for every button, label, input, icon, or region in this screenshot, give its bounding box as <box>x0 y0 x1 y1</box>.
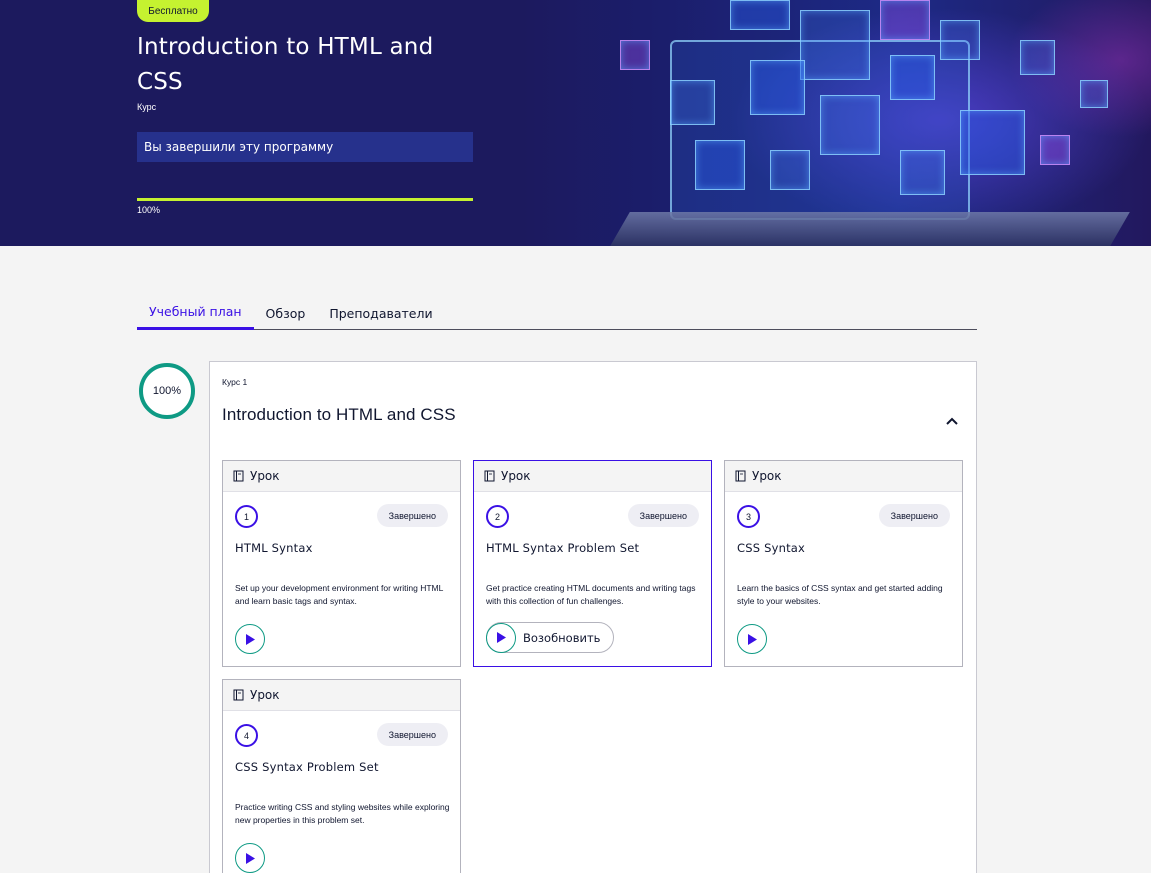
lesson-type: Урок <box>752 469 782 483</box>
lesson-number: 2 <box>486 505 509 528</box>
lesson-type: Урок <box>250 688 280 702</box>
free-badge: Бесплатно <box>137 0 209 22</box>
tab-overview[interactable]: Обзор <box>254 296 318 330</box>
status-badge: Завершено <box>878 504 950 527</box>
lesson-card-header: Урок <box>725 461 962 492</box>
lesson-card[interactable]: Урок 3 Завершено CSS Syntax Learn the ba… <box>724 460 963 667</box>
lesson-title: HTML Syntax Problem Set <box>486 541 640 555</box>
play-button[interactable] <box>737 624 767 654</box>
lesson-title: HTML Syntax <box>235 541 313 555</box>
book-icon <box>233 689 244 701</box>
course-kind: Курс <box>137 102 157 112</box>
resume-button[interactable]: Возобновить <box>486 622 614 653</box>
completion-banner: Вы завершили эту программу <box>137 132 473 162</box>
lesson-title: CSS Syntax <box>737 541 806 555</box>
lesson-description: Get practice creating HTML documents and… <box>486 583 696 606</box>
lesson-card[interactable]: Урок 1 Завершено HTML Syntax Set up your… <box>222 460 461 667</box>
book-icon <box>233 470 244 482</box>
module-kind: Курс 1 <box>222 377 248 387</box>
lesson-description: Practice writing CSS and styling website… <box>235 802 450 825</box>
lesson-title: CSS Syntax Problem Set <box>235 760 379 774</box>
status-badge: Завершено <box>376 504 448 527</box>
lesson-card-header: Урок <box>223 461 460 492</box>
lesson-number: 1 <box>235 505 258 528</box>
play-button[interactable] <box>235 843 265 873</box>
chevron-up-icon[interactable] <box>943 412 961 430</box>
tab-syllabus[interactable]: Учебный план <box>137 296 254 330</box>
course-progress-ring: 100% <box>139 363 195 419</box>
play-icon <box>246 633 255 645</box>
status-badge: Завершено <box>627 504 699 527</box>
lesson-card[interactable]: Урок 4 Завершено CSS Syntax Problem Set … <box>222 679 461 873</box>
play-icon <box>246 852 255 864</box>
status-badge: Завершено <box>376 723 448 746</box>
play-icon <box>748 633 757 645</box>
book-icon <box>735 470 746 482</box>
module-title: Introduction to HTML and CSS <box>222 405 456 424</box>
tab-instructors[interactable]: Преподаватели <box>317 296 444 330</box>
book-icon <box>484 470 495 482</box>
course-tabs: Учебный план Обзор Преподаватели <box>137 296 977 330</box>
lesson-card-header: Урок <box>223 680 460 711</box>
course-progress-label: 100% <box>137 205 161 215</box>
play-button[interactable] <box>235 624 265 654</box>
course-title: Introduction to HTML and CSS <box>137 34 434 95</box>
course-progress-bar <box>137 198 473 201</box>
lesson-type: Урок <box>250 469 280 483</box>
resume-button-label: Возобновить <box>523 630 601 645</box>
lesson-description: Set up your development environment for … <box>235 583 444 606</box>
lesson-type: Урок <box>501 469 531 483</box>
hero-banner: Бесплатно Introduction to HTML and CSS К… <box>0 0 1151 246</box>
hero-illustration <box>520 0 1151 246</box>
lesson-card-header: Урок <box>474 461 711 492</box>
lesson-description: Learn the basics of CSS syntax and get s… <box>737 583 943 606</box>
lesson-number: 3 <box>737 505 760 528</box>
play-icon <box>497 632 506 643</box>
lesson-number: 4 <box>235 724 258 747</box>
lesson-card[interactable]: Урок 2 Завершено HTML Syntax Problem Set… <box>473 460 712 667</box>
course-progress-fill <box>137 198 473 201</box>
course-module-panel: Курс 1 Introduction to HTML and CSS Урок… <box>209 361 977 873</box>
